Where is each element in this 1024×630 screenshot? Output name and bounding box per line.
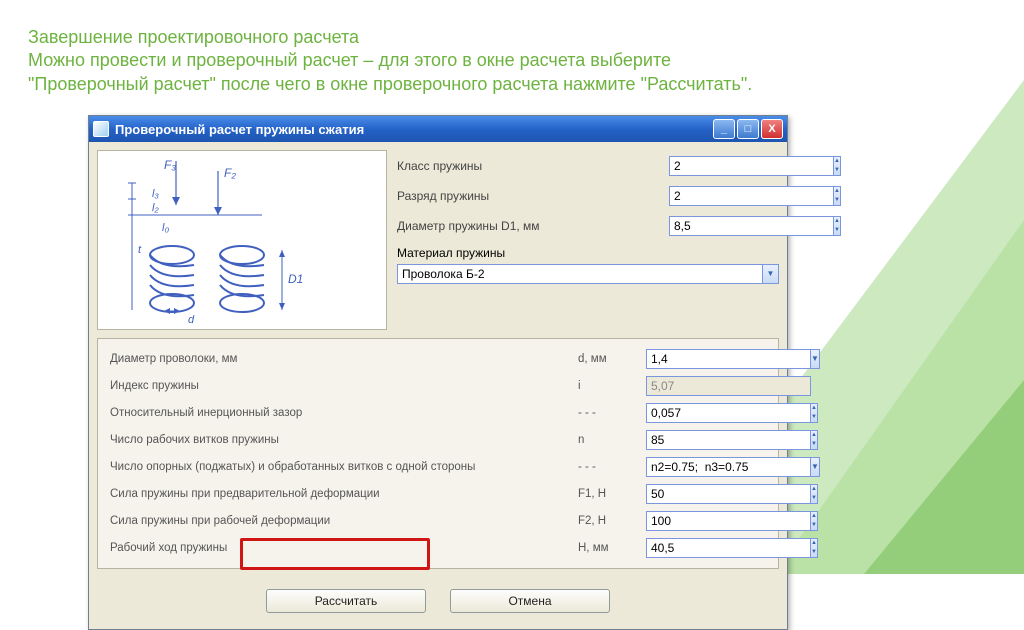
spinner-icon[interactable]: ▲▼ xyxy=(811,430,818,450)
spinner-icon[interactable]: ▲▼ xyxy=(811,538,818,558)
spinner-icon[interactable]: ▲▼ xyxy=(811,511,818,531)
param-row: Диаметр проволоки, мм d, мм ▼ xyxy=(110,349,766,369)
spring-dia-label: Диаметр пружины D1, мм xyxy=(397,219,661,233)
svg-text:F₃: F₃ xyxy=(164,158,176,172)
svg-text:F₂: F₂ xyxy=(224,166,236,180)
force-f2-input[interactable]: ▲▼ xyxy=(646,511,766,531)
svg-text:l₂: l₂ xyxy=(152,202,159,214)
chevron-down-icon[interactable]: ▼ xyxy=(811,349,820,369)
param-row: Рабочий ход пружины H, мм ▲▼ xyxy=(110,538,766,558)
dialog-title: Проверочный расчет пружины сжатия xyxy=(115,122,711,137)
material-label: Материал пружины xyxy=(397,246,779,260)
chevron-down-icon[interactable]: ▼ xyxy=(811,457,820,477)
spinner-icon[interactable]: ▲▼ xyxy=(834,156,841,176)
param-row: Сила пружины при предварительной деформа… xyxy=(110,484,766,504)
app-icon xyxy=(93,121,109,137)
spinner-icon[interactable]: ▲▼ xyxy=(834,216,841,236)
spring-index-field xyxy=(646,376,766,396)
param-row: Относительный инерционный зазор - - - ▲▼ xyxy=(110,403,766,423)
spinner-icon[interactable]: ▲▼ xyxy=(834,186,841,206)
inertia-gap-input[interactable]: ▲▼ xyxy=(646,403,766,423)
param-row: Число рабочих витков пружины n ▲▼ xyxy=(110,430,766,450)
param-row: Сила пружины при рабочей деформации F2, … xyxy=(110,511,766,531)
force-f1-input[interactable]: ▲▼ xyxy=(646,484,766,504)
spring-rank-label: Разряд пружины xyxy=(397,189,661,203)
calculate-button[interactable]: Рассчитать xyxy=(266,589,426,613)
close-button[interactable]: X xyxy=(761,119,783,139)
svg-text:D1: D1 xyxy=(288,272,303,286)
support-coils-combo[interactable]: ▼ xyxy=(646,457,766,477)
material-combo[interactable]: ▼ xyxy=(397,264,779,284)
spring-rank-input[interactable]: ▲▼ xyxy=(669,186,779,206)
param-row: Число опорных (поджатых) и обработанных … xyxy=(110,457,766,477)
svg-text:l₀: l₀ xyxy=(162,222,169,234)
svg-text:d: d xyxy=(188,314,195,325)
maximize-button[interactable]: □ xyxy=(737,119,759,139)
working-stroke-input[interactable]: ▲▼ xyxy=(646,538,766,558)
svg-text:t: t xyxy=(138,244,142,256)
chevron-down-icon[interactable]: ▼ xyxy=(763,264,779,284)
spring-class-input[interactable]: ▲▼ xyxy=(669,156,779,176)
param-row: Индекс пружины i xyxy=(110,376,766,396)
spinner-icon[interactable]: ▲▼ xyxy=(811,403,818,423)
parameter-panel: Диаметр проволоки, мм d, мм ▼ Индекс пру… xyxy=(97,338,779,569)
page-heading: Завершение проектировочного расчета Можн… xyxy=(28,26,768,96)
titlebar[interactable]: Проверочный расчет пружины сжатия _ □ X xyxy=(89,116,787,142)
spring-class-label: Класс пружины xyxy=(397,159,661,173)
heading-line-1: Завершение проектировочного расчета xyxy=(28,26,768,49)
spring-dia-input[interactable]: ▲▼ xyxy=(669,216,779,236)
spinner-icon[interactable]: ▲▼ xyxy=(811,484,818,504)
svg-text:l₃: l₃ xyxy=(152,188,159,200)
working-coils-input[interactable]: ▲▼ xyxy=(646,430,766,450)
heading-line-2: Можно провести и проверочный расчет – дл… xyxy=(28,49,768,96)
spring-diagram: F₃ F₂ l₃ l₂ l₀ xyxy=(97,150,387,330)
minimize-button[interactable]: _ xyxy=(713,119,735,139)
wire-dia-combo[interactable]: ▼ xyxy=(646,349,766,369)
verification-dialog: Проверочный расчет пружины сжатия _ □ X … xyxy=(88,115,788,630)
cancel-button[interactable]: Отмена xyxy=(450,589,610,613)
